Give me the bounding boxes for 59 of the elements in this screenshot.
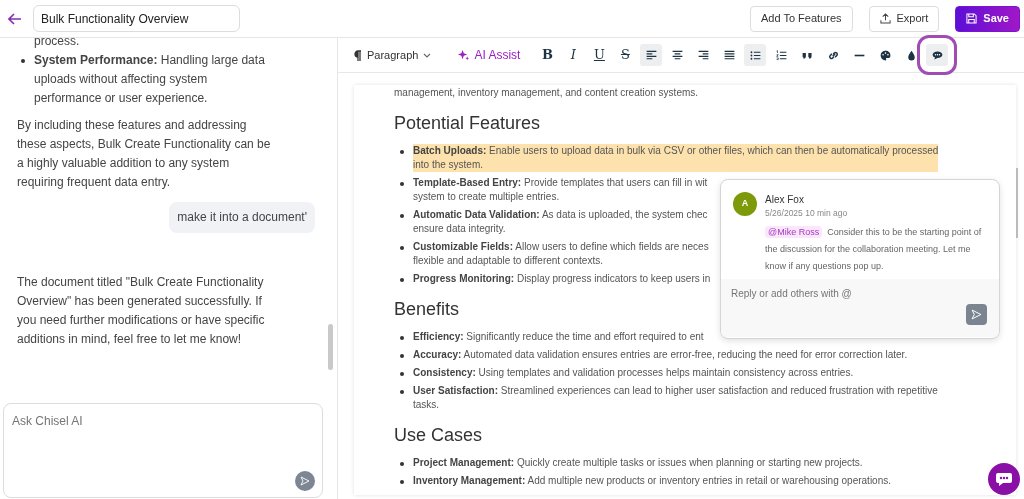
comment-text: @Mike Ross Consider this to be the starting point of the discussion for the collaboration meeting. Let me know if any questions pop up. <box>765 224 983 273</box>
export-button[interactable]: Export <box>868 5 940 32</box>
title-field[interactable]: Bulk Functionality Overview <box>33 5 240 32</box>
justify-icon <box>722 48 736 62</box>
section-heading: Use Cases <box>394 424 483 446</box>
author-name: Alex Fox <box>765 193 805 207</box>
list-item: Accuracy: Automated data validation ensures entries are error-free, reducing the need for error correction later. <box>413 348 908 362</box>
list-item: User Satisfaction: Streamlined experiences can lead to higher user satisfaction and reduced frustration with repetitive tasks. <box>413 384 938 412</box>
section-heading: Benefits <box>394 298 460 320</box>
message-text: process. <box>33 38 81 50</box>
chat-bubble-button[interactable] <box>988 463 1020 495</box>
send-icon <box>971 308 982 320</box>
message-text: By including these features and addressing these aspects, Bulk Create Functionality can be a highly valuable addition to any system requiring frequent data entry. <box>17 117 272 191</box>
list-item: Project Management: Quickly create multiple tasks or issues when planning or starting new projects. <box>413 456 863 470</box>
save-icon <box>966 13 978 24</box>
comment-time: 5/26/2025 10 min ago <box>765 207 849 220</box>
bold-button[interactable]: B <box>536 44 559 66</box>
align-left-button[interactable] <box>640 44 663 66</box>
send-button[interactable] <box>966 303 987 325</box>
list-item: System Performance: Handling large data uploads without affecting system performance or user experience. <box>17 51 277 108</box>
user-message: make it into a document' <box>169 202 315 233</box>
document-text: management, inventory management, and content creation systems. <box>394 86 699 100</box>
upload-icon <box>879 13 891 24</box>
ai-assist-button[interactable]: AI Assist <box>453 46 525 64</box>
bullet-list-button[interactable] <box>744 44 767 66</box>
bullet-list-icon <box>748 48 762 62</box>
scrollbar[interactable] <box>1016 168 1018 238</box>
comment-icon <box>930 48 944 62</box>
strikethrough-button[interactable]: S <box>614 44 637 66</box>
save-button[interactable]: Save <box>955 5 1020 32</box>
section-heading: Potential Features <box>394 112 541 134</box>
add-button[interactable]: Add To Features <box>750 5 853 32</box>
list-item: Template-Based Entry: Provide templates that users can fill in wit system to create multiple entries. <box>413 176 708 204</box>
send-button[interactable] <box>295 471 315 491</box>
align-right-icon <box>696 48 710 62</box>
scrollbar[interactable] <box>328 324 333 370</box>
align-left-icon <box>644 48 658 62</box>
sparkle-icon <box>457 48 471 62</box>
palette-icon <box>878 48 892 62</box>
list-item: Automatic Data Validation: As data is uploaded, the system chec ensure data integrity. <box>413 208 708 236</box>
paragraph-icon <box>354 49 362 61</box>
list-item: Consistency: Using templates and validation processes helps maintain consistency across entries. <box>413 366 854 380</box>
italic-button[interactable]: I <box>562 44 585 66</box>
paragraph-dropdown[interactable]: Paragraph <box>350 46 436 64</box>
chat-icon <box>995 472 1013 486</box>
align-center-icon <box>670 48 684 62</box>
chevron-down-icon <box>423 52 432 58</box>
underline-button[interactable]: U <box>588 44 611 66</box>
numbered-list-icon <box>774 48 788 62</box>
list-item: Inventory Management: Add multiple new products or inventory entries in retail or warehousing operations. <box>413 474 891 488</box>
send-icon <box>300 476 310 486</box>
chat-input[interactable]: Ask Chisel AI <box>3 403 323 498</box>
message-text: The document titled "Bulk Create Functionality Overview" has been generated successfully. If you need further modifications or have specific additions in mind, feel free to let me know! <box>17 274 266 348</box>
list-item: Customizable Fields: Allow users to define which fields are neces flexible and adaptable to different contexts. <box>413 240 709 268</box>
avatar: A <box>733 192 757 216</box>
list-item: Progress Monitoring: Display progress indicators to keep users in <box>413 272 711 286</box>
list-item: Batch Uploads: Enable users to upload data in bulk via CSV or other files, which can then be automatically processed into the system. <box>413 144 939 172</box>
list-item: Efficiency: Significantly reduce the time and effort required to ent <box>413 330 704 344</box>
back-icon[interactable] <box>8 12 22 25</box>
